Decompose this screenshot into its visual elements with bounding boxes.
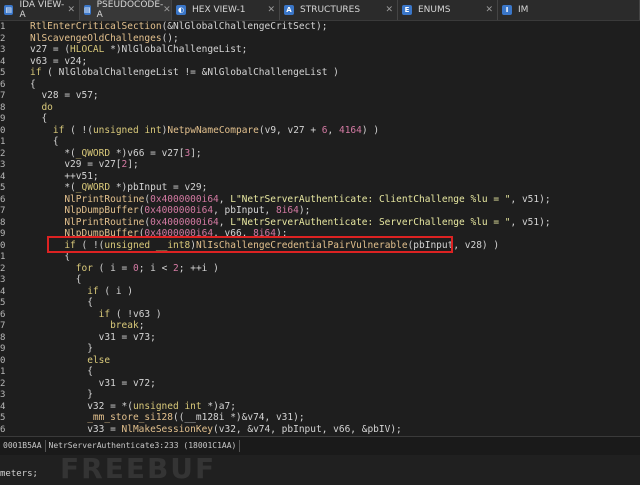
- pseudocode-icon: ▤: [84, 5, 91, 15]
- code-text: {: [30, 113, 48, 124]
- line-number: 2: [0, 263, 6, 274]
- close-icon[interactable]: ✕: [385, 5, 393, 15]
- code-text: RtlEnterCriticalSection(&NlGlobalChallen…: [30, 21, 328, 32]
- code-text: }: [30, 343, 93, 354]
- line-number: 3: [0, 275, 6, 285]
- line-number: 2: [0, 33, 6, 44]
- status-location: NetrServerAuthenticate3:233 (18001C1AA): [46, 440, 241, 452]
- tab-structures[interactable]: A STRUCTURES ✕: [280, 0, 398, 20]
- code-text: if ( NlGlobalChallengeList != &NlGlobalC…: [30, 67, 339, 78]
- code-text: v33 = NlMakeSessionKey(v32, &v74, pbInpu…: [30, 423, 402, 435]
- line-number: 3: [0, 160, 6, 170]
- close-icon[interactable]: ✕: [267, 5, 275, 15]
- close-icon[interactable]: ✕: [485, 5, 493, 15]
- line-number: 9: [0, 114, 6, 124]
- line-number: 1: [0, 367, 6, 377]
- tab-bar: ▤ IDA VIEW-A ✕ ▤ PSEUDOCODE-A ✕ ◐ HEX VIEW-1 ✕ A S…: [0, 0, 640, 21]
- line-number: 4: [0, 401, 6, 412]
- code-text: v31 = v73;: [30, 331, 156, 343]
- line-number: 1: [0, 137, 6, 147]
- line-number: 2: [0, 148, 6, 159]
- code-text: v29 = v27[2];: [30, 159, 139, 170]
- code-text: if ( !v63 ): [98, 308, 162, 320]
- code-text: {: [30, 366, 93, 377]
- code-text: NlPrintRoutine(0x4000000i64, L"NetrServe…: [64, 216, 551, 228]
- code-text: v27 = (HLOCAL *)NlGlobalChallengeList;: [30, 44, 248, 55]
- code-text: if ( !(unsigned int)NetpwNameCompare(v9,…: [52, 124, 380, 136]
- line-number: 5: [0, 298, 6, 308]
- code-text: _mm_store_si128((__m128i *)&v74, v31);: [87, 412, 305, 423]
- vulnerable-check-highlight: [47, 236, 453, 253]
- line-number: 8: [0, 217, 6, 228]
- tab-label: HEX VIEW-1: [192, 5, 246, 15]
- code-text: v28 = v57;: [30, 90, 99, 101]
- status-address: 0001B5AA: [0, 440, 46, 452]
- hex-view-icon: ◐: [176, 5, 186, 15]
- code-text: do: [41, 101, 53, 113]
- code-text: NlpDumpBuffer(0x4000000i64, pbInput, 8i6…: [64, 205, 311, 216]
- line-number: 5: [0, 183, 6, 193]
- line-number: 9: [0, 344, 6, 354]
- line-number: 3: [0, 45, 6, 55]
- imports-icon: I: [502, 5, 512, 15]
- line-number: 7: [0, 206, 6, 216]
- code-text: {: [30, 78, 36, 90]
- line-number: 0: [0, 240, 6, 251]
- close-icon[interactable]: ✕: [163, 5, 171, 15]
- line-number: 0: [0, 125, 6, 136]
- code-text: {: [30, 136, 59, 147]
- tab-label: PSEUDOCODE-A: [96, 0, 164, 20]
- tab-hex-view-1[interactable]: ◐ HEX VIEW-1 ✕: [172, 0, 280, 20]
- line-number: 7: [0, 91, 6, 101]
- line-number: 4: [0, 171, 6, 182]
- tab-label: ENUMS: [418, 5, 451, 15]
- code-text: v63 = v24;: [30, 55, 88, 67]
- code-text: else: [87, 354, 111, 366]
- line-number: 0: [0, 355, 6, 366]
- output-line: meters;: [0, 469, 38, 479]
- code-text: ++v51;: [30, 170, 99, 182]
- tab-label: IM: [518, 5, 529, 15]
- line-number: 5: [0, 68, 6, 78]
- code-text: v31 = v72;: [30, 377, 156, 389]
- code-text: *(_QWORD *)v66 = v27[3];: [30, 147, 202, 159]
- code-text: break;: [110, 320, 145, 331]
- line-number: 8: [0, 102, 6, 113]
- line-number: 4: [0, 286, 6, 297]
- line-number: 6: [0, 424, 6, 435]
- code-text: NlScavengeOldChallenges();: [30, 32, 179, 44]
- tab-label: STRUCTURES: [300, 5, 361, 15]
- line-number: 8: [0, 332, 6, 343]
- line-number: 9: [0, 229, 6, 239]
- line-number: 6: [0, 194, 6, 205]
- code-text: {: [30, 274, 82, 285]
- enums-icon: E: [402, 5, 412, 15]
- tab-enums[interactable]: E ENUMS ✕: [398, 0, 498, 20]
- line-number: 6: [0, 309, 6, 320]
- code-text: v32 = *(unsigned int *)a7;: [30, 400, 236, 412]
- structures-icon: A: [284, 5, 294, 15]
- tab-pseudocode-a[interactable]: ▤ PSEUDOCODE-A ✕: [80, 0, 172, 20]
- line-number: 1: [0, 22, 6, 32]
- code-text: }: [30, 389, 93, 400]
- ida-view-icon: ▤: [4, 5, 14, 15]
- tab-im[interactable]: I IM: [498, 0, 640, 20]
- close-icon[interactable]: ✕: [67, 5, 75, 15]
- line-number: 7: [0, 321, 6, 331]
- line-number: 6: [0, 79, 6, 90]
- code-text: NlPrintRoutine(0x4000000i64, L"NetrServe…: [64, 193, 551, 205]
- line-number: 2: [0, 378, 6, 389]
- code-text: if ( i ): [87, 285, 133, 297]
- line-number: 3: [0, 390, 6, 400]
- line-number: 5: [0, 413, 6, 423]
- code-text: *(_QWORD *)pbInput = v29;: [30, 182, 208, 193]
- line-number: 1: [0, 252, 6, 262]
- code-text: for ( i = 0; i < 2; ++i ): [75, 262, 219, 274]
- pseudocode-view[interactable]: 1 RtlEnterCriticalSection(&NlGlobalChalle…: [0, 20, 640, 435]
- tab-label: IDA VIEW-A: [19, 0, 65, 20]
- tab-ida-view-a[interactable]: ▤ IDA VIEW-A ✕: [0, 0, 80, 20]
- line-number: 4: [0, 56, 6, 67]
- code-text: {: [30, 297, 93, 308]
- watermark-logo: FREEBUF: [60, 452, 217, 485]
